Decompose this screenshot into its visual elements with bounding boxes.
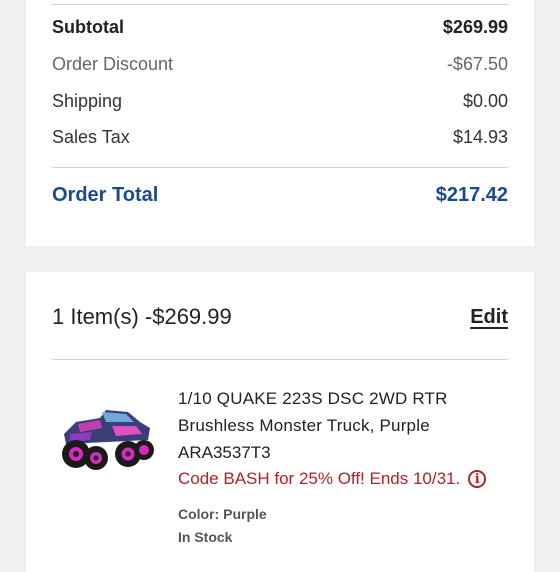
items-header: 1 Item(s) -$269.99 Edit [52, 302, 508, 332]
shipping-value: $0.00 [462, 90, 508, 111]
product-details: 1/10 QUAKE 223S DSC 2WD RTR Brushless Mo… [178, 385, 524, 549]
order-total-row: Order Total $217.42 [52, 181, 508, 209]
order-total-label: Order Total [52, 183, 159, 206]
order-total-value: $217.42 [435, 183, 508, 206]
items-card: 1 Item(s) -$269.99 Edit 1/10 QUAKE 223S … [26, 272, 534, 572]
sales-tax-label: Sales Tax [52, 126, 130, 147]
order-discount-row: Order Discount -$67.50 [52, 52, 508, 76]
subtotal-value: $269.99 [442, 16, 508, 37]
shipping-row: Shipping $0.00 [52, 89, 508, 113]
monster-truck-image [62, 410, 154, 470]
product-color: Color: Purple [178, 506, 267, 522]
order-summary-card: Subtotal $269.99 Order Discount -$67.50 … [26, 0, 534, 246]
items-count-title: 1 Item(s) -$269.99 [52, 304, 232, 329]
summary-divider [52, 167, 508, 168]
shipping-label: Shipping [52, 90, 123, 111]
sales-tax-row: Sales Tax $14.93 [52, 125, 508, 149]
items-divider [52, 359, 508, 360]
order-discount-label: Order Discount [52, 53, 174, 74]
product-name[interactable]: 1/10 QUAKE 223S DSC 2WD RTR Brushless Mo… [178, 385, 524, 439]
promo-message: Code BASH for 25% Off! Ends 10/31. i [178, 469, 524, 489]
edit-items-link[interactable]: Edit [470, 306, 508, 329]
subtotal-row: Subtotal $269.99 [52, 15, 508, 39]
product-sku: ARA3537T3 [178, 443, 271, 462]
product-meta: Color: Purple In Stock [178, 503, 524, 549]
promo-text: Code BASH for 25% Off! Ends 10/31. [178, 469, 461, 488]
order-discount-value: -$67.50 [446, 53, 508, 74]
product-image[interactable] [56, 404, 156, 474]
top-divider [52, 4, 508, 5]
sales-tax-value: $14.93 [452, 126, 508, 147]
stock-status: In Stock [178, 529, 233, 545]
info-icon[interactable]: i [468, 470, 487, 488]
subtotal-label: Subtotal [52, 16, 124, 37]
